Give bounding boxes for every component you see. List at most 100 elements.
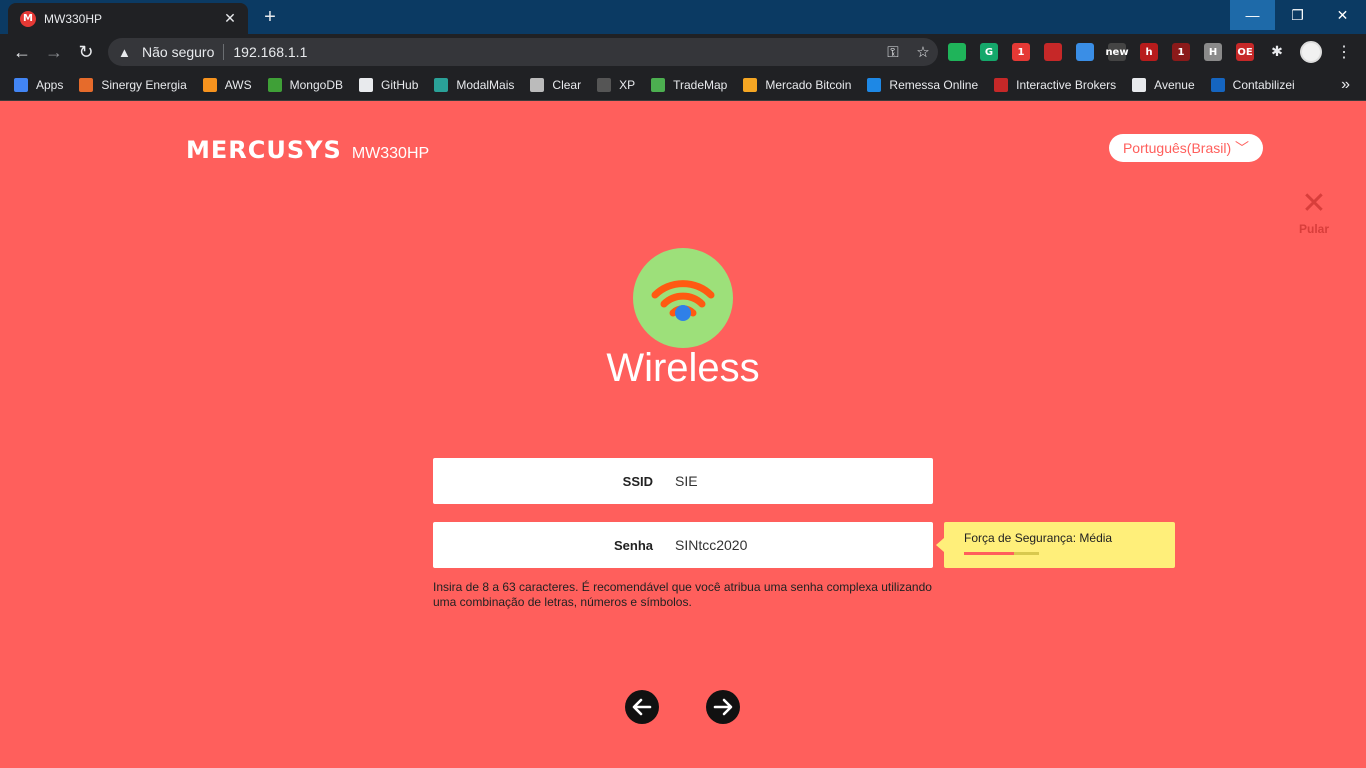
profile-avatar[interactable] bbox=[1300, 41, 1322, 63]
bookmark-item[interactable]: Sinergy Energia bbox=[79, 78, 187, 92]
h-extension-icon[interactable]: h bbox=[1140, 43, 1158, 61]
bookmark-label: MongoDB bbox=[289, 78, 344, 92]
bookmark-item[interactable]: Contabilizei bbox=[1210, 78, 1295, 92]
password-hint: Insira de 8 a 63 caracteres. É recomendá… bbox=[433, 580, 932, 609]
bookmark-label: Interactive Brokers bbox=[1016, 78, 1117, 92]
tooltip-arrow bbox=[936, 538, 944, 552]
bookmark-label: Avenue bbox=[1154, 78, 1195, 92]
bookmark-favicon-icon bbox=[79, 78, 94, 92]
strength-meter bbox=[964, 552, 1039, 555]
mercusys-logo: MERCUSYS bbox=[186, 136, 342, 164]
bookmark-label: Clear bbox=[552, 78, 582, 92]
extensions-puzzle-icon[interactable]: ✱ bbox=[1268, 43, 1286, 61]
reload-button[interactable]: ↻ bbox=[74, 40, 98, 64]
bookmark-item[interactable]: Remessa Online bbox=[867, 78, 978, 92]
password-label: Senha bbox=[613, 537, 653, 553]
model-name: MW330HP bbox=[351, 145, 430, 162]
bookmark-item[interactable]: Interactive Brokers bbox=[994, 78, 1116, 92]
tab-title: MW330HP bbox=[44, 11, 103, 26]
bookmark-favicon-icon bbox=[651, 78, 666, 92]
extensions-area: G 1 new h 1 H OE ✱ ⋮ bbox=[948, 40, 1352, 64]
bookmark-favicon-icon bbox=[267, 78, 282, 92]
h-gray-icon[interactable]: H bbox=[1204, 43, 1222, 61]
ssid-input[interactable] bbox=[675, 473, 915, 489]
grammarly-icon[interactable]: G bbox=[980, 43, 998, 61]
more-bookmarks-icon[interactable]: » bbox=[1341, 76, 1350, 94]
bookmark-item[interactable]: MongoDB bbox=[267, 78, 344, 92]
bookmark-favicon-icon bbox=[434, 78, 449, 92]
browser-menu-icon[interactable]: ⋮ bbox=[1336, 42, 1352, 62]
security-label[interactable]: Não seguro bbox=[142, 44, 214, 60]
ssid-field: SSID bbox=[433, 458, 933, 504]
restore-button[interactable]: ❐ bbox=[1275, 0, 1320, 30]
back-step-button[interactable] bbox=[625, 690, 659, 724]
pdf-icon[interactable] bbox=[1044, 43, 1062, 61]
bookmark-favicon-icon bbox=[1132, 78, 1147, 92]
bookmark-label: TradeMap bbox=[673, 78, 728, 92]
bookmark-label: Remessa Online bbox=[889, 78, 979, 92]
next-step-button[interactable] bbox=[706, 690, 740, 724]
bookmark-label: XP bbox=[619, 78, 636, 92]
bookmark-favicon-icon bbox=[1210, 78, 1225, 92]
bookmark-label: GitHub bbox=[381, 78, 419, 92]
strength-meter-fill bbox=[964, 552, 1015, 555]
key-icon[interactable]: ⚿ bbox=[878, 44, 908, 61]
wifi-icon-graphic bbox=[651, 280, 715, 321]
star-icon[interactable]: ☆ bbox=[908, 43, 938, 61]
oe-icon[interactable]: OE bbox=[1236, 43, 1254, 61]
bookmark-label: Apps bbox=[36, 78, 64, 92]
evernote-icon[interactable] bbox=[948, 43, 966, 61]
brand-header: MERCUSYS MW330HP bbox=[186, 136, 429, 164]
skip-label[interactable]: Pular bbox=[1294, 222, 1334, 236]
forward-button[interactable]: → bbox=[42, 40, 66, 64]
browser-tab[interactable]: M MW330HP ✕ bbox=[8, 3, 248, 34]
ssid-label: SSID bbox=[622, 473, 653, 489]
arrow-right-icon[interactable] bbox=[706, 690, 740, 724]
new-tab-button[interactable]: + bbox=[256, 5, 284, 29]
bookmark-favicon-icon bbox=[994, 78, 1009, 92]
bookmark-item[interactable]: GitHub bbox=[359, 78, 418, 92]
new-tab-icon[interactable]: new bbox=[1105, 43, 1129, 61]
url-text[interactable]: 192.168.1.1 bbox=[233, 44, 878, 60]
bookmark-favicon-icon bbox=[359, 78, 374, 92]
page-title: Wireless bbox=[606, 346, 760, 390]
close-window-button[interactable]: ✕ bbox=[1320, 0, 1365, 30]
bookmark-label: ModalMais bbox=[456, 78, 515, 92]
bookmark-item[interactable]: ModalMais bbox=[434, 78, 514, 92]
bookmark-item[interactable]: AWS bbox=[202, 78, 252, 92]
close-tab-icon[interactable]: ✕ bbox=[218, 10, 242, 27]
bookmark-label: Sinergy Energia bbox=[101, 78, 187, 92]
warning-icon[interactable]: ▲ bbox=[118, 45, 134, 60]
address-bar[interactable]: ▲ Não seguro 192.168.1.1 ⚿ ☆ bbox=[108, 38, 938, 66]
bookmark-item[interactable]: Apps bbox=[14, 78, 63, 92]
password-strength-tooltip: Força de Segurança: Média bbox=[936, 522, 1175, 568]
bookmark-item[interactable]: Mercado Bitcoin bbox=[743, 78, 851, 92]
ublock-icon[interactable]: 1 bbox=[1172, 43, 1190, 61]
cloud-icon[interactable] bbox=[1076, 43, 1094, 61]
bookmark-label: Contabilizei bbox=[1232, 78, 1295, 92]
strength-label: Força de Segurança: Média bbox=[964, 531, 1113, 545]
bookmark-favicon-icon bbox=[202, 78, 217, 92]
back-button[interactable]: ← bbox=[10, 40, 34, 64]
arrow-left-icon[interactable] bbox=[625, 690, 659, 724]
browser-toolbar: ← → ↻ ▲ Não seguro 192.168.1.1 ⚿ ☆ G 1 new… bbox=[0, 34, 1366, 70]
bookmark-item[interactable]: XP bbox=[597, 78, 635, 92]
minimize-button[interactable]: — bbox=[1230, 0, 1275, 30]
close-icon[interactable]: ✕ bbox=[1294, 189, 1334, 219]
omnibox-divider bbox=[223, 44, 225, 60]
skip-button[interactable]: ✕ Pular bbox=[1294, 189, 1334, 237]
password-input[interactable] bbox=[675, 537, 915, 553]
bookmark-item[interactable]: Avenue bbox=[1132, 78, 1195, 92]
password-field: Senha bbox=[433, 522, 933, 568]
extension-badge-icon[interactable]: 1 bbox=[1012, 43, 1030, 61]
bookmark-favicon-icon bbox=[867, 78, 882, 92]
bookmark-item[interactable]: TradeMap bbox=[651, 78, 727, 92]
bookmark-label: Mercado Bitcoin bbox=[765, 78, 852, 92]
wifi-icon bbox=[633, 248, 733, 348]
bookmark-favicon-icon bbox=[530, 78, 545, 92]
bookmark-label: AWS bbox=[224, 78, 252, 92]
bookmark-item[interactable]: Clear bbox=[530, 78, 581, 92]
bookmark-favicon-icon bbox=[743, 78, 758, 92]
language-select[interactable]: Português(Brasil) ﹀ bbox=[1109, 134, 1263, 162]
mercusys-favicon-icon: M bbox=[20, 10, 36, 27]
